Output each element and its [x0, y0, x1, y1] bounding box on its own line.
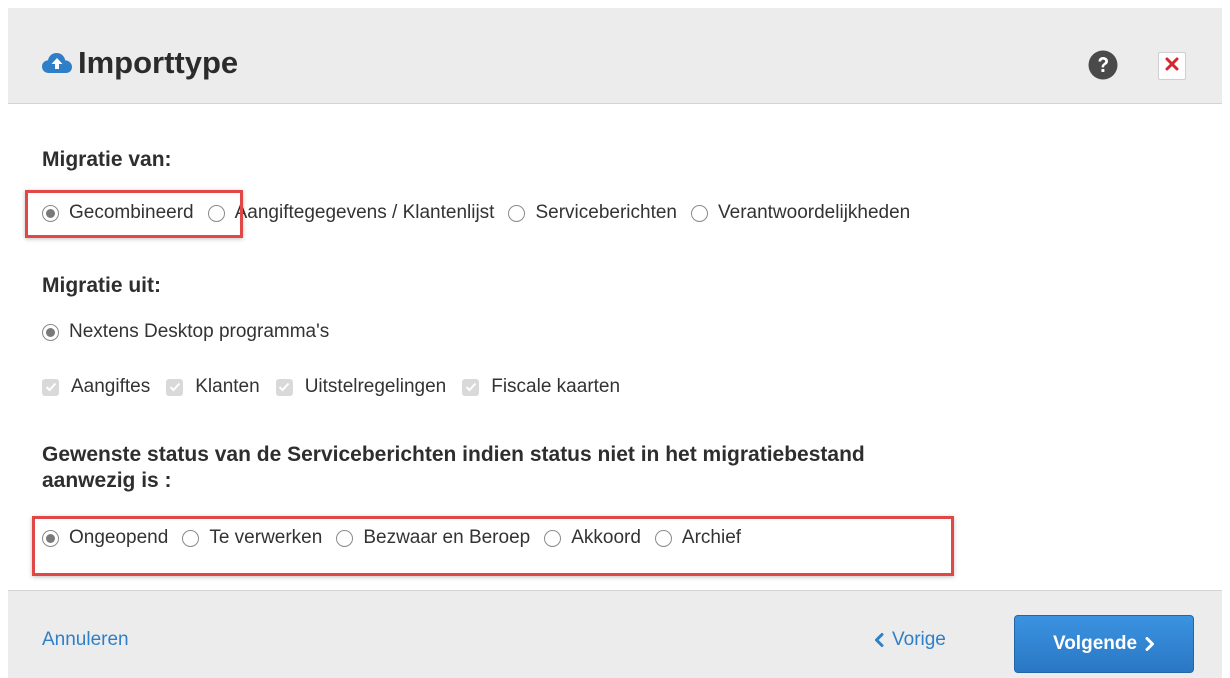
checkbox-klanten: Klanten [166, 376, 260, 398]
option-ongeopend[interactable]: Ongeopend [42, 527, 168, 549]
checkbox-uitstelregelingen: Uitstelregelingen [275, 376, 447, 398]
radio-akkoord[interactable] [544, 529, 562, 547]
previous-label: Vorige [892, 629, 946, 650]
checkmark-icon [166, 378, 184, 396]
radio-gecombineerd[interactable] [42, 204, 59, 222]
option-label: Te verwerken [209, 527, 323, 548]
checkbox-label: Uitstelregelingen [304, 376, 447, 397]
checkmark-icon [275, 378, 293, 396]
radio-verantwoordelijkheden[interactable] [691, 204, 708, 222]
next-label: Volgende [1052, 633, 1138, 654]
migratie-uit-checkboxes: Aangiftes Klanten Uitstelregelingen Fisc… [42, 376, 634, 398]
migratie-uit-source: Nextens Desktop programma's [42, 321, 343, 343]
option-aangiftegegevens[interactable]: Aangiftegegevens / Klantenlijst [207, 202, 495, 224]
question-circle-icon[interactable] [1088, 50, 1118, 80]
checkbox-label: Aangiftes [71, 376, 151, 397]
checkmark-icon [462, 378, 480, 396]
cancel-link[interactable]: Annuleren [42, 629, 129, 651]
radio-ongeopend[interactable] [42, 529, 59, 547]
gewenste-status-label: Gewenste status van de Serviceberichten … [42, 442, 865, 494]
option-label: Nextens Desktop programma's [69, 321, 330, 342]
migratie-uit-label: Migratie uit: [42, 274, 161, 297]
radio-nextens-desktop[interactable] [42, 323, 59, 341]
checkmark-icon [42, 378, 59, 396]
option-akkoord[interactable]: Akkoord [544, 527, 641, 549]
radio-serviceberichten[interactable] [508, 204, 526, 222]
chevron-left-icon [874, 633, 884, 647]
dialog-title: Importtype [78, 45, 239, 80]
option-label: Gecombineerd [69, 202, 194, 223]
checkbox-label: Fiscale kaarten [491, 376, 621, 397]
cloud-upload-icon [42, 52, 72, 74]
radio-te-verwerken[interactable] [182, 529, 200, 547]
radio-aangiftegegevens[interactable] [207, 204, 225, 222]
previous-button[interactable]: Vorige [874, 629, 946, 651]
gewenste-status-options: Ongeopend Te verwerken Bezwaar en Beroep… [42, 527, 755, 549]
option-label: Akkoord [571, 527, 641, 548]
option-gecombineerd[interactable]: Gecombineerd [42, 202, 194, 224]
migratie-van-label: Migratie van: [42, 148, 172, 171]
option-nextens-desktop[interactable]: Nextens Desktop programma's [42, 321, 329, 343]
option-label: Archief [681, 527, 742, 548]
option-serviceberichten[interactable]: Serviceberichten [508, 202, 677, 224]
dialog-header: Importtype [8, 8, 1222, 104]
close-x-icon [1165, 57, 1179, 76]
option-label: Verantwoordelijkheden [718, 202, 911, 223]
option-label: Serviceberichten [535, 202, 677, 223]
option-label: Ongeopend [69, 527, 169, 548]
close-button[interactable] [1158, 52, 1186, 80]
checkbox-aangiftes: Aangiftes [42, 376, 150, 398]
gewenste-status-label-line2: aanwezig is : [42, 469, 172, 492]
title-wrap: Importtype [42, 46, 238, 80]
dialog-footer: Annuleren Vorige Volgende [8, 590, 1222, 678]
option-verantwoordelijkheden[interactable]: Verantwoordelijkheden [691, 202, 910, 224]
radio-archief[interactable] [654, 529, 672, 547]
option-archief[interactable]: Archief [654, 527, 742, 549]
checkbox-fiscale-kaarten: Fiscale kaarten [462, 376, 620, 398]
gewenste-status-label-line1: Gewenste status van de Serviceberichten … [42, 443, 865, 466]
option-label: Aangiftegegevens / Klantenlijst [234, 202, 495, 223]
option-te-verwerken[interactable]: Te verwerken [182, 527, 322, 549]
checkbox-label: Klanten [195, 376, 260, 397]
chevron-right-icon [1145, 637, 1155, 651]
radio-bezwaar-en-beroep[interactable] [336, 529, 354, 547]
migratie-van-options: Gecombineerd Aangiftegegevens / Klantenl… [42, 202, 924, 224]
option-bezwaar-en-beroep[interactable]: Bezwaar en Beroep [336, 527, 530, 549]
option-label: Bezwaar en Beroep [363, 527, 531, 548]
import-type-dialog: Importtype Migratie van: Gecombineerd Aa… [8, 8, 1222, 678]
next-button[interactable]: Volgende [1014, 615, 1194, 673]
